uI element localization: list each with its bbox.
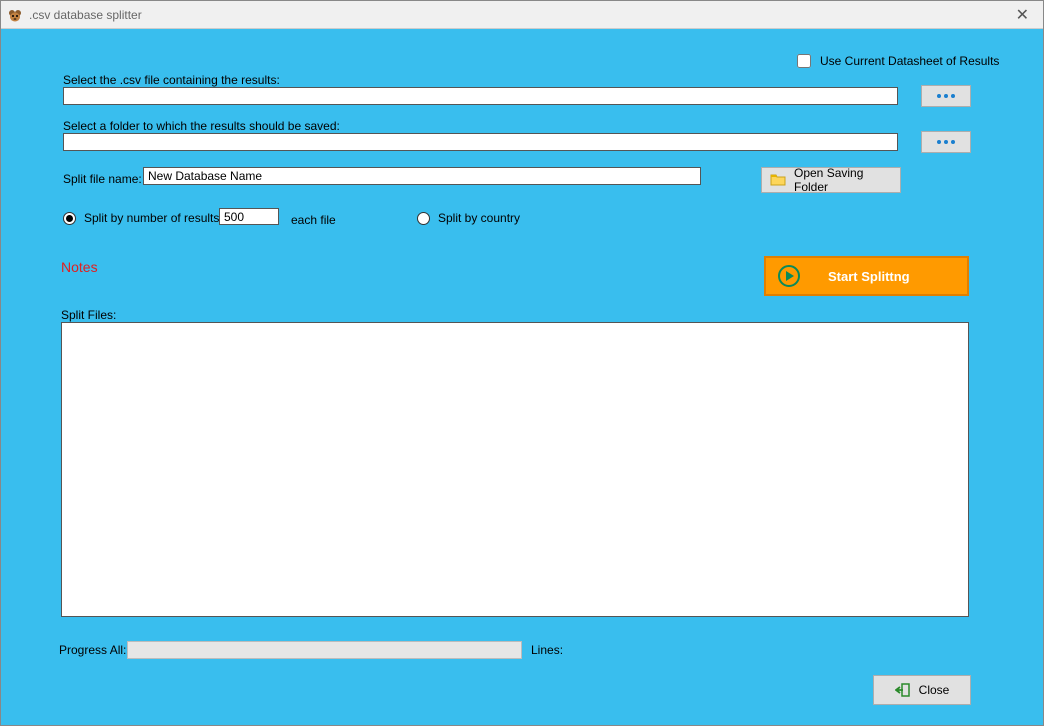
app-icon [7,7,23,23]
open-saving-folder-button[interactable]: Open Saving Folder [761,167,901,193]
start-splitting-label: Start Splittng [828,269,910,284]
split-by-number-radio[interactable] [63,212,76,225]
titlebar: .csv database splitter ✕ [1,1,1043,29]
open-saving-folder-label: Open Saving Folder [794,166,892,194]
play-icon [778,265,800,287]
split-files-listbox[interactable] [61,322,969,617]
lines-label: Lines: [531,643,563,657]
split-by-country-radio[interactable] [417,212,430,225]
browse-folder-button[interactable] [921,131,971,153]
select-folder-label: Select a folder to which the results sho… [63,119,340,133]
split-by-country-radio-row[interactable]: Split by country [417,211,520,225]
progress-all-label: Progress All: [59,643,126,657]
notes-label: Notes [61,259,98,275]
close-button[interactable]: Close [873,675,971,705]
window-close-button[interactable]: ✕ [1008,5,1037,25]
use-current-datasheet-checkbox[interactable] [797,54,811,68]
client-area: Use Current Datasheet of Results Select … [1,29,1043,725]
select-folder-input[interactable] [63,133,898,151]
select-csv-label: Select the .csv file containing the resu… [63,73,280,87]
each-file-label: each file [291,213,336,227]
start-splitting-button[interactable]: Start Splittng [764,256,969,296]
close-button-label: Close [919,683,950,697]
progress-bar [127,641,522,659]
split-count-input[interactable] [219,208,279,225]
split-by-number-radio-row[interactable]: Split by number of results [63,211,219,225]
use-current-datasheet-row[interactable]: Use Current Datasheet of Results [793,51,999,71]
exit-icon [895,682,911,698]
split-file-name-label: Split file name: [63,172,142,186]
folder-icon [770,172,786,189]
use-current-datasheet-label: Use Current Datasheet of Results [820,54,999,68]
split-file-name-input[interactable] [143,167,701,185]
split-files-label: Split Files: [61,308,116,322]
window-title: .csv database splitter [29,8,142,22]
browse-csv-button[interactable] [921,85,971,107]
select-csv-input[interactable] [63,87,898,105]
split-by-number-label: Split by number of results [84,211,219,225]
split-by-country-label: Split by country [438,211,520,225]
